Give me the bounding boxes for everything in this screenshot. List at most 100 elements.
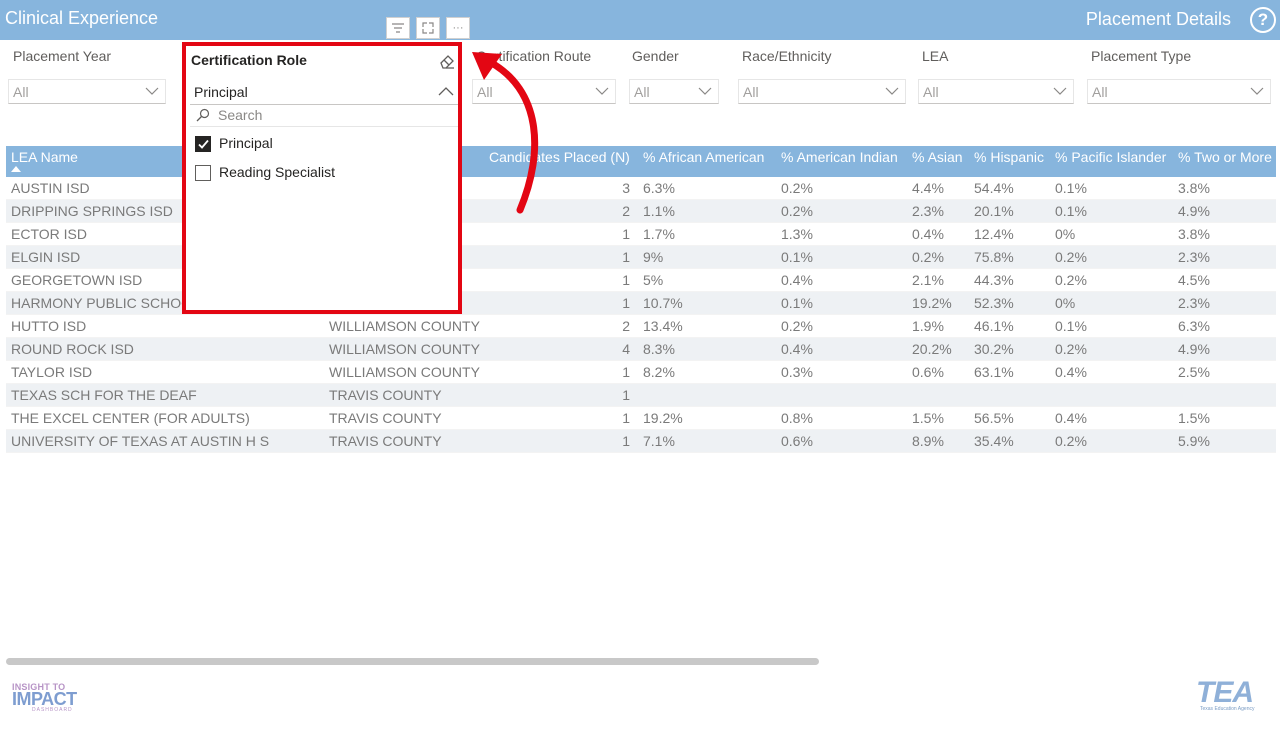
cell-american-indian: 0.8% <box>781 410 813 426</box>
cell-two-or-more: 2.3% <box>1178 249 1210 265</box>
cell-lea-name: HARMONY PUBLIC SCHOO <box>11 295 192 311</box>
cell-two-or-more: 3.8% <box>1178 180 1210 196</box>
cell-american-indian: 0.2% <box>781 318 813 334</box>
checkbox-unchecked[interactable] <box>195 165 211 181</box>
cell-candidates-placed: 1 <box>622 249 630 265</box>
tea-logo-text: TEA <box>1196 676 1254 709</box>
cell-asian: 4.4% <box>912 180 944 196</box>
cell-lea-name: ROUND ROCK ISD <box>11 341 134 357</box>
slicer-value: All <box>1092 84 1108 100</box>
cell-hispanic: 54.4% <box>974 180 1014 196</box>
cell-african-american: 1.7% <box>643 226 675 242</box>
slicer-gender: Gender All <box>629 48 719 104</box>
cell-asian: 2.3% <box>912 203 944 219</box>
cell-american-indian: 0.4% <box>781 341 813 357</box>
cell-asian: 20.2% <box>912 341 952 357</box>
slicer-dropdown[interactable]: All <box>8 79 166 104</box>
table-row[interactable]: ROUND ROCK ISD WILLIAMSON COUNTY 4 8.3% 0.4%… <box>6 338 1276 361</box>
cell-hispanic: 52.3% <box>974 295 1014 311</box>
cell-hispanic: 12.4% <box>974 226 1014 242</box>
cell-pacific-islander: 0.2% <box>1055 433 1087 449</box>
slicer-label: LEA <box>922 48 949 64</box>
slicer-value: All <box>743 84 759 100</box>
sort-ascending-icon[interactable] <box>11 166 21 172</box>
search-input[interactable]: Search <box>190 105 458 127</box>
help-icon[interactable]: ? <box>1250 7 1276 33</box>
cell-county: WILLIAMSON COUNTY <box>329 318 480 334</box>
cell-candidates-placed: 3 <box>622 180 630 196</box>
slicer-dropdown[interactable]: All <box>918 79 1074 104</box>
cell-candidates-placed: 1 <box>622 295 630 311</box>
cell-pacific-islander: 0% <box>1055 295 1076 311</box>
cell-hispanic: 56.5% <box>974 410 1014 426</box>
table-row[interactable]: UNIVERSITY OF TEXAS AT AUSTIN H S TRAVIS … <box>6 430 1276 453</box>
cell-african-american: 13.4% <box>643 318 683 334</box>
cell-candidates-placed: 2 <box>622 318 630 334</box>
cell-lea-name: TAYLOR ISD <box>11 364 93 380</box>
chevron-down-icon <box>698 87 712 95</box>
column-header-american-indian[interactable]: % American Indian <box>781 149 898 165</box>
cell-african-american: 7.1% <box>643 433 675 449</box>
cell-candidates-placed: 1 <box>622 410 630 426</box>
cell-two-or-more: 4.9% <box>1178 203 1210 219</box>
slicer-value: All <box>923 84 939 100</box>
cell-county: WILLIAMSON COUNTY <box>329 364 480 380</box>
cell-american-indian: 0.1% <box>781 249 813 265</box>
slicer-dropdown[interactable]: All <box>629 79 719 104</box>
eraser-icon[interactable] <box>438 52 456 70</box>
column-header-hispanic[interactable]: % Hispanic <box>974 149 1044 165</box>
tea-logo-subtitle: Texas Education Agency <box>1200 706 1255 712</box>
search-icon <box>196 108 210 122</box>
cell-american-indian: 0.6% <box>781 433 813 449</box>
cell-asian: 8.9% <box>912 433 944 449</box>
cell-pacific-islander: 0.1% <box>1055 203 1087 219</box>
table-row[interactable]: TEXAS SCH FOR THE DEAF TRAVIS COUNTY 1 <box>6 384 1276 407</box>
logo-line-3: DASHBOARD <box>32 707 73 713</box>
column-header-lea-name[interactable]: LEA Name <box>11 149 78 165</box>
cell-hispanic: 30.2% <box>974 341 1014 357</box>
cell-lea-name: DRIPPING SPRINGS ISD <box>11 203 173 219</box>
column-header-two-or-more[interactable]: % Two or More <box>1178 149 1272 165</box>
cell-asian: 1.5% <box>912 410 944 426</box>
top-bar: Clinical Experience Placement Details ? <box>0 0 1280 40</box>
column-header-african-american[interactable]: % African American <box>643 149 764 165</box>
more-options-icon[interactable]: ··· <box>446 17 470 39</box>
cell-african-american: 8.2% <box>643 364 675 380</box>
filter-icon[interactable] <box>386 17 410 39</box>
selected-value[interactable]: Principal <box>194 84 248 100</box>
chevron-down-icon <box>145 87 159 95</box>
cell-lea-name: ELGIN ISD <box>11 249 81 265</box>
cell-hispanic: 75.8% <box>974 249 1014 265</box>
cell-african-american: 6.3% <box>643 180 675 196</box>
chevron-down-icon <box>885 87 899 95</box>
focus-mode-icon[interactable] <box>416 17 440 39</box>
horizontal-scrollbar[interactable] <box>6 658 819 665</box>
table-row[interactable]: THE EXCEL CENTER (FOR ADULTS) TRAVIS COUN… <box>6 407 1276 430</box>
cell-two-or-more: 4.9% <box>1178 341 1210 357</box>
certification-role-slicer: Certification Role Principal Search Prin… <box>182 42 462 314</box>
table-row[interactable]: HUTTO ISD WILLIAMSON COUNTY 2 13.4% 0.2% 1.9%… <box>6 315 1276 338</box>
cell-african-american: 5% <box>643 272 664 288</box>
cell-county: TRAVIS COUNTY <box>329 433 442 449</box>
table-row[interactable]: TAYLOR ISD WILLIAMSON COUNTY 1 8.2% 0.3% 0.6%… <box>6 361 1276 384</box>
column-header-asian[interactable]: % Asian <box>912 149 963 165</box>
cell-two-or-more: 6.3% <box>1178 318 1210 334</box>
slicer-label: Placement Type <box>1091 48 1192 64</box>
checkbox-checked[interactable] <box>195 136 211 152</box>
cell-two-or-more: 1.5% <box>1178 410 1210 426</box>
slicer-dropdown[interactable]: All <box>738 79 906 104</box>
chevron-down-icon <box>1250 87 1264 95</box>
cell-asian: 0.2% <box>912 249 944 265</box>
chevron-up-icon[interactable] <box>437 84 455 98</box>
cell-african-american: 8.3% <box>643 341 675 357</box>
cell-pacific-islander: 0.1% <box>1055 318 1087 334</box>
cell-american-indian: 0.2% <box>781 180 813 196</box>
column-header-pacific-islander[interactable]: % Pacific Islander <box>1055 149 1166 165</box>
slicer-dropdown[interactable]: All <box>1087 79 1271 104</box>
cell-two-or-more: 2.5% <box>1178 364 1210 380</box>
cell-two-or-more: 4.5% <box>1178 272 1210 288</box>
cell-two-or-more: 5.9% <box>1178 433 1210 449</box>
cell-american-indian: 0.4% <box>781 272 813 288</box>
cell-candidates-placed: 1 <box>622 272 630 288</box>
cell-african-american: 9% <box>643 249 664 265</box>
